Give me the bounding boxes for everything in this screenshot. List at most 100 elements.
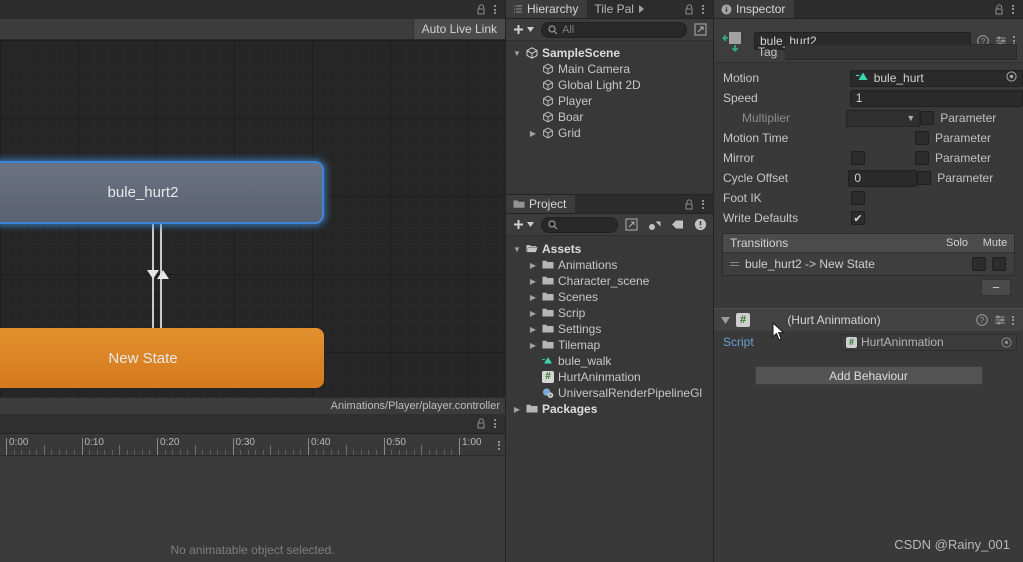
preset-icon[interactable]	[994, 314, 1006, 326]
ruler-tick-label: 0:40	[311, 437, 331, 448]
ruler-subtick	[21, 450, 23, 455]
tab-hierarchy[interactable]: Hierarchy	[506, 0, 588, 18]
multiplier-dropdown[interactable]: ▼	[845, 109, 921, 127]
state-node-label: New State	[108, 349, 178, 367]
drag-handle-icon[interactable]	[730, 260, 739, 268]
tree-item-label: Global Light 2D	[558, 78, 641, 92]
project-menu-icon[interactable]	[702, 198, 706, 210]
ruler-menu-icon[interactable]	[498, 439, 502, 451]
hierarchy-toolbar: All	[506, 19, 713, 41]
tag-row: Tag	[758, 43, 1017, 60]
tree-item[interactable]: ▼ SampleScene	[506, 45, 713, 61]
tree-item[interactable]: ▶ Settings	[506, 321, 713, 337]
object-picker-icon[interactable]	[1001, 336, 1012, 348]
tree-item-label: Player	[558, 94, 593, 108]
remove-transition-button[interactable]: −	[981, 278, 1011, 296]
tab-overflow-arrow-icon[interactable]	[638, 5, 645, 13]
animator-menu-icon[interactable]	[494, 4, 498, 16]
hierarchy-search-input[interactable]: All	[541, 21, 687, 38]
parameter-checkbox[interactable]	[915, 151, 929, 165]
mute-checkbox[interactable]	[992, 257, 1006, 271]
project-search-input[interactable]	[541, 216, 618, 233]
lock-icon[interactable]	[994, 3, 1005, 15]
tree-item[interactable]: Global Light 2D	[506, 77, 713, 93]
hierarchy-menu-icon[interactable]	[702, 3, 706, 15]
animation-curve-area[interactable]: No animatable object selected.	[0, 456, 505, 562]
tab-project[interactable]: Project	[506, 195, 576, 213]
property-label: Write Defaults	[723, 211, 799, 225]
add-behaviour-button[interactable]: Add Behaviour	[754, 366, 983, 385]
property-input[interactable]: 0	[848, 169, 918, 187]
lock-icon[interactable]	[476, 4, 487, 15]
motion-object-field[interactable]: bule_hurt	[849, 69, 1023, 87]
state-node-bule-hurt2[interactable]: bule_hurt2	[0, 161, 324, 224]
tag-input[interactable]	[785, 43, 1017, 60]
ruler-subtick	[262, 450, 264, 455]
lock-icon[interactable]	[684, 198, 695, 210]
tree-item[interactable]: # HurtAninmation	[506, 369, 713, 385]
property-checkbox[interactable]: ✔	[851, 211, 865, 225]
tree-item[interactable]: ▼ Assets	[506, 241, 713, 257]
chevron-right-icon[interactable]: ▶	[528, 325, 538, 334]
hierarchy-expand-icon[interactable]	[691, 21, 710, 38]
project-expand-icon[interactable]	[622, 216, 641, 233]
parameter-checkbox[interactable]	[920, 111, 935, 125]
chevron-down-icon[interactable]: ▼	[512, 49, 522, 58]
chevron-right-icon[interactable]: ▶	[528, 277, 538, 286]
animation-timeline-ruler[interactable]: 0:00 0:10 0:20 0:30 0:40 0:50 1:00	[0, 434, 505, 456]
tree-item[interactable]: ▶ Scrip	[506, 305, 713, 321]
property-row: Motion Time Parameter	[714, 128, 1023, 148]
chevron-right-icon[interactable]: ▶	[528, 341, 538, 350]
property-checkbox[interactable]	[851, 151, 865, 165]
filter-by-type-icon[interactable]	[645, 216, 664, 233]
chevron-right-icon[interactable]: ▶	[512, 405, 522, 414]
chevron-right-icon[interactable]: ▶	[528, 129, 538, 138]
foldout-arrow-icon[interactable]	[721, 316, 730, 324]
tree-item[interactable]: Player	[506, 93, 713, 109]
auto-live-link-button[interactable]: Auto Live Link	[412, 19, 505, 39]
inspector-menu-icon[interactable]	[1012, 3, 1016, 15]
create-gameobject-button[interactable]	[509, 21, 537, 38]
script-object-field[interactable]: # HurtAninmation	[841, 333, 1017, 351]
create-asset-button[interactable]	[509, 216, 537, 233]
project-tree[interactable]: ▼ Assets ▶ Animations ▶ Character_scene ▶ Scene…	[506, 236, 713, 417]
tree-item[interactable]: ▶ Character_scene	[506, 273, 713, 289]
filter-by-label-icon[interactable]	[668, 216, 687, 233]
tab-label: Tile Pal	[594, 2, 634, 16]
animator-state-graph[interactable]: bule_hurt2 New State	[0, 40, 505, 397]
tree-item[interactable]: Boar	[506, 109, 713, 125]
help-icon[interactable]: ?	[976, 314, 988, 326]
chevron-right-icon[interactable]: ▶	[528, 309, 538, 318]
tab-tile-palette[interactable]: Tile Pal	[587, 0, 654, 18]
tree-item[interactable]: ▶ Scenes	[506, 289, 713, 305]
lock-icon[interactable]	[684, 3, 695, 15]
folder-icon	[542, 275, 554, 287]
parameter-checkbox[interactable]	[917, 171, 932, 185]
object-picker-icon[interactable]	[1006, 71, 1017, 85]
warning-icon[interactable]	[691, 216, 710, 233]
tree-item[interactable]: UniversalRenderPipelineGl	[506, 385, 713, 401]
animation-window-menu-icon[interactable]	[494, 418, 498, 430]
property-input[interactable]: 1	[849, 89, 1023, 107]
tree-item[interactable]: ▶ Grid	[506, 125, 713, 141]
tab-inspector[interactable]: Inspector	[714, 0, 795, 18]
tree-item[interactable]: bule_walk	[506, 353, 713, 369]
chevron-down-icon[interactable]: ▼	[512, 245, 522, 254]
behaviour-menu-icon[interactable]	[1012, 314, 1016, 326]
property-checkbox[interactable]	[851, 191, 865, 205]
parameter-checkbox[interactable]	[915, 131, 929, 145]
animator-subtoolbar: Auto Live Link	[0, 19, 505, 40]
tree-item[interactable]: ▶ Animations	[506, 257, 713, 273]
tree-item[interactable]: Main Camera	[506, 61, 713, 77]
chevron-right-icon[interactable]: ▶	[528, 261, 538, 270]
tree-item[interactable]: ▶ Tilemap	[506, 337, 713, 353]
behaviour-component-header[interactable]: # (Hurt Aninmation) ?	[714, 308, 1023, 331]
chevron-right-icon[interactable]: ▶	[528, 293, 538, 302]
lock-icon[interactable]	[476, 418, 487, 429]
transitions-title: Transitions	[730, 236, 789, 250]
solo-checkbox[interactable]	[972, 257, 986, 271]
hierarchy-tree[interactable]: ▼ SampleScene Main Camera Global Light 2D Pl…	[506, 41, 713, 141]
state-node-new-state[interactable]: New State	[0, 328, 324, 388]
tree-item[interactable]: ▶ Packages	[506, 401, 713, 417]
transition-row[interactable]: bule_hurt2 -> New State	[723, 252, 1014, 275]
